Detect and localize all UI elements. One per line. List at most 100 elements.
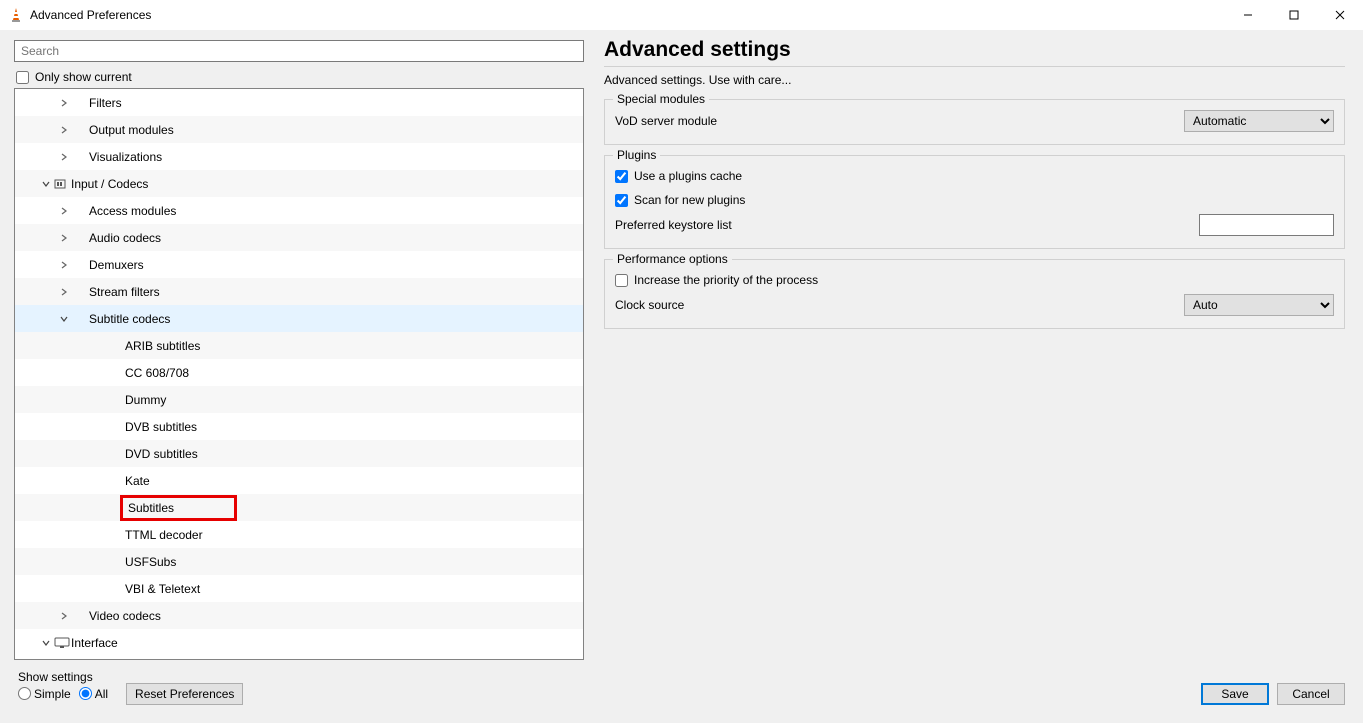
chevron-icon [57, 99, 71, 107]
chevron-icon [39, 639, 53, 647]
tree-item-kate[interactable]: Kate [15, 467, 583, 494]
tree-item-label: CC 608/708 [125, 366, 189, 380]
scan-new-plugins-label: Scan for new plugins [634, 193, 745, 207]
minimize-button[interactable] [1225, 0, 1271, 30]
tree-item-video-codecs[interactable]: Video codecs [15, 602, 583, 629]
increase-priority-label: Increase the priority of the process [634, 273, 818, 287]
group-special-modules: Special modules VoD server module Automa… [604, 99, 1345, 145]
chevron-icon [57, 612, 71, 620]
save-button[interactable]: Save [1201, 683, 1269, 705]
maximize-button[interactable] [1271, 0, 1317, 30]
tree-item-label: Stream filters [89, 285, 160, 299]
tree-item-dvb-subtitles[interactable]: DVB subtitles [15, 413, 583, 440]
chevron-icon [57, 315, 71, 323]
clock-source-label: Clock source [615, 298, 1184, 312]
settings-heading: Advanced settings [604, 38, 1345, 62]
tree-item-label: Filters [89, 96, 122, 110]
keystore-input[interactable] [1199, 214, 1334, 236]
chevron-icon [57, 261, 71, 269]
only-show-current-checkbox[interactable]: Only show current [16, 70, 590, 84]
tree-item-dummy[interactable]: Dummy [15, 386, 583, 413]
chevron-icon [57, 207, 71, 215]
tree-item-label: DVB subtitles [125, 420, 197, 434]
increase-priority-checkbox[interactable]: Increase the priority of the process [615, 268, 1334, 292]
tree-item-label: Input / Codecs [71, 177, 148, 191]
tree-item-demuxers[interactable]: Demuxers [15, 251, 583, 278]
tree-item-label: TTML decoder [125, 528, 203, 542]
tree-item-cc-608-708[interactable]: CC 608/708 [15, 359, 583, 386]
tree-item-interface[interactable]: Interface [15, 629, 583, 656]
tree-item-subtitle-codecs[interactable]: Subtitle codecs [15, 305, 583, 332]
vod-label: VoD server module [615, 114, 1184, 128]
search-input[interactable] [14, 40, 584, 62]
tree-item-label: Kate [125, 474, 150, 488]
cancel-button[interactable]: Cancel [1277, 683, 1345, 705]
chevron-icon [57, 126, 71, 134]
group-performance: Performance options Increase the priorit… [604, 259, 1345, 329]
clock-source-select[interactable]: Auto [1184, 294, 1334, 316]
tree-item-label: Audio codecs [89, 231, 161, 245]
increase-priority-box[interactable] [615, 274, 628, 287]
tree-item-subtitles[interactable]: Subtitles [15, 494, 583, 521]
titlebar: Advanced Preferences [0, 0, 1363, 30]
vod-select[interactable]: Automatic [1184, 110, 1334, 132]
close-button[interactable] [1317, 0, 1363, 30]
tree-item-label: Subtitle codecs [89, 312, 170, 326]
tree-item-label: ARIB subtitles [125, 339, 200, 353]
tree-item-filters[interactable]: Filters [15, 89, 583, 116]
tree-item-label: Demuxers [89, 258, 144, 272]
only-show-current-box[interactable] [16, 71, 29, 84]
tree-item-label: Subtitles [128, 501, 174, 515]
tree-item-label: VBI & Teletext [125, 582, 200, 596]
tree-item-label: Visualizations [89, 150, 162, 164]
tree-item-stream-filters[interactable]: Stream filters [15, 278, 583, 305]
radio-simple[interactable]: Simple [18, 687, 71, 701]
keystore-label: Preferred keystore list [615, 218, 1199, 232]
use-plugins-cache-checkbox[interactable]: Use a plugins cache [615, 164, 1334, 188]
tree-item-dvd-subtitles[interactable]: DVD subtitles [15, 440, 583, 467]
codecs-icon [53, 178, 71, 190]
chevron-icon [57, 153, 71, 161]
interface-icon [53, 637, 71, 649]
tree-item-label: USFSubs [125, 555, 176, 569]
radio-all[interactable]: All [79, 687, 108, 701]
window-title: Advanced Preferences [30, 8, 1225, 22]
tree-item-label: Interface [71, 636, 118, 650]
left-panel: Only show current Filters Output modules V… [0, 30, 590, 663]
footer: Show settings Simple All Reset Preferenc… [0, 663, 1363, 713]
scan-new-plugins-box[interactable] [615, 194, 628, 207]
reset-preferences-button[interactable]: Reset Preferences [126, 683, 243, 705]
divider [604, 66, 1345, 67]
tree-item-access-modules[interactable]: Access modules [15, 197, 583, 224]
scan-new-plugins-checkbox[interactable]: Scan for new plugins [615, 188, 1334, 212]
tree-item-output-modules[interactable]: Output modules [15, 116, 583, 143]
use-plugins-cache-box[interactable] [615, 170, 628, 183]
tree-item-ttml-decoder[interactable]: TTML decoder [15, 521, 583, 548]
tree-item-audio-codecs[interactable]: Audio codecs [15, 224, 583, 251]
tree-item-label: Dummy [125, 393, 166, 407]
group-plugins: Plugins Use a plugins cache Scan for new… [604, 155, 1345, 249]
tree-item-arib-subtitles[interactable]: ARIB subtitles [15, 332, 583, 359]
chevron-icon [57, 234, 71, 242]
group-special-legend: Special modules [613, 92, 709, 106]
only-show-current-label: Only show current [35, 70, 132, 84]
group-plugins-legend: Plugins [613, 148, 660, 162]
chevron-icon [39, 180, 53, 188]
settings-tree[interactable]: Filters Output modules Visualizations Input… [15, 89, 583, 659]
vlc-icon [8, 7, 24, 23]
chevron-icon [57, 288, 71, 296]
tree-item-vbi-teletext[interactable]: VBI & Teletext [15, 575, 583, 602]
tree-item-label: Access modules [89, 204, 176, 218]
show-settings-label: Show settings [18, 670, 112, 684]
tree-item-usfsubs[interactable]: USFSubs [15, 548, 583, 575]
tree-item-label: Video codecs [89, 609, 161, 623]
tree-item-input-codecs[interactable]: Input / Codecs [15, 170, 583, 197]
tree-item-label: DVD subtitles [125, 447, 198, 461]
tree-item-label: Output modules [89, 123, 174, 137]
right-panel: Advanced settings Advanced settings. Use… [590, 30, 1363, 663]
tree-item-visualizations[interactable]: Visualizations [15, 143, 583, 170]
use-plugins-cache-label: Use a plugins cache [634, 169, 742, 183]
settings-subtitle: Advanced settings. Use with care... [604, 73, 1345, 87]
highlighted-item: Subtitles [120, 495, 237, 521]
group-performance-legend: Performance options [613, 252, 732, 266]
